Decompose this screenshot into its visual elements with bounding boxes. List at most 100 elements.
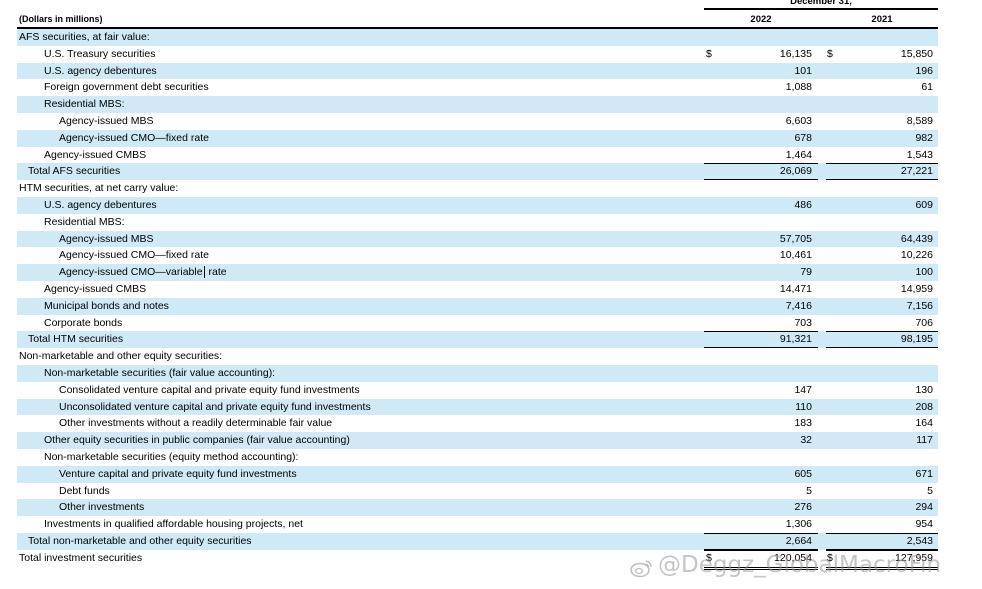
value-2022: 26,069 — [779, 165, 812, 178]
value-2022: 6,603 — [785, 114, 812, 127]
row-label: Total AFS securities — [28, 165, 121, 178]
value-2022: 101 — [794, 64, 812, 77]
row-label: Venture capital and private equity fund … — [59, 467, 297, 480]
row-label: U.S. Treasury securities — [44, 47, 156, 60]
row-label: Municipal bonds and notes — [44, 299, 169, 312]
year-2022-header: 2022 — [750, 14, 772, 25]
table-row: Residential MBS: — [17, 214, 938, 231]
value-2021: 61 — [921, 81, 933, 94]
year-2021-header: 2021 — [871, 14, 893, 25]
row-label: Residential MBS: — [44, 98, 125, 111]
row-label: U.S. agency debentures — [44, 64, 157, 77]
row-label: Residential MBS: — [44, 215, 125, 228]
row-label: Other equity securities in public compan… — [44, 434, 350, 447]
currency-symbol-2022: $ — [706, 47, 712, 60]
value-2021: 706 — [915, 316, 933, 329]
table-header: December 31, (Dollars in millions) 2022 … — [0, 0, 982, 30]
table-row: Total non-marketable and other equity se… — [17, 532, 938, 550]
table-row: Corporate bonds 703 706 — [17, 315, 938, 332]
value-2021: 100 — [915, 266, 933, 279]
table-row: Agency-issued CMO—fixed rate 678 982 — [17, 129, 938, 147]
value-2021: 164 — [915, 417, 933, 430]
value-2021: 196 — [915, 64, 933, 77]
watermark: @Deggz_GlobalMacroFin — [630, 550, 941, 580]
subtotal-rule — [704, 331, 818, 333]
table-row: Venture capital and private equity fund … — [17, 465, 938, 483]
table-row: Other investments 276 294 — [17, 499, 938, 517]
financial-table-page: December 31, (Dollars in millions) 2022 … — [0, 0, 982, 589]
table-row: Agency-issued CMO—variable rate 79 100 — [17, 264, 938, 281]
row-label: Agency-issued CMBS — [44, 148, 147, 161]
value-2021: 982 — [915, 131, 933, 144]
value-2021: 954 — [915, 518, 933, 531]
table-row: Agency-issued CMO—fixed rate 10,461 10,226 — [17, 247, 938, 264]
table-row: U.S. Treasury securities $ $16,135 15,850 — [17, 46, 938, 63]
value-2022: 1,306 — [785, 518, 812, 531]
value-2022: 678 — [794, 131, 812, 144]
value-2022: 605 — [794, 467, 812, 480]
table-row: Municipal bonds and notes 7,416 7,156 — [17, 297, 938, 315]
value-2021: 7,156 — [906, 299, 933, 312]
table-row: Agency-issued CMBS 14,471 14,959 — [17, 281, 938, 298]
table-row: Non-marketable securities (equity method… — [17, 449, 938, 466]
row-label: Non-marketable and other equity securiti… — [19, 350, 223, 363]
table-row: Foreign government debt securities 1,088 6… — [17, 79, 938, 96]
value-2021: 27,221 — [900, 165, 933, 178]
table-row: Total HTM securities 91,321 98,195 — [17, 331, 938, 349]
value-2021: 64,439 — [900, 232, 933, 245]
row-label: Agency-issued CMBS — [44, 282, 147, 295]
value-2022: 91,321 — [779, 333, 812, 346]
row-label: Investments in qualified affordable hous… — [44, 518, 303, 531]
value-2022: 57,705 — [779, 232, 812, 245]
table-row: Agency-issued MBS 57,705 64,439 — [17, 230, 938, 248]
value-2021: 2,543 — [906, 534, 933, 547]
table-row: Investments in qualified affordable hous… — [17, 516, 938, 533]
row-label: Other investments without a readily dete… — [59, 417, 333, 430]
unit-label: (Dollars in millions) — [19, 14, 103, 24]
row-label: Foreign government debt securities — [44, 81, 209, 94]
subtotal-rule — [826, 163, 938, 165]
subtotal-rule — [704, 532, 818, 534]
row-label: Consolidated venture capital and private… — [59, 383, 360, 396]
row-label: Agency-issued MBS — [59, 232, 154, 245]
investment-securities-table: AFS securities, at fair value: U.S. Treas… — [17, 29, 938, 570]
value-2022: 147 — [794, 383, 812, 396]
table-row: Other investments without a readily dete… — [17, 415, 938, 432]
watermark-text: @Deggz_GlobalMacroFin — [658, 552, 942, 578]
value-2021: 671 — [915, 467, 933, 480]
value-2021: 8,589 — [906, 114, 933, 127]
row-label: HTM securities, at net carry value: — [19, 182, 179, 195]
table-row: Total AFS securities 26,069 27,221 — [17, 163, 938, 181]
value-2022: 276 — [794, 501, 812, 514]
row-label: Total investment securities — [19, 551, 143, 564]
table-row: Agency-issued MBS 6,603 8,589 — [17, 113, 938, 130]
value-2022: 486 — [794, 198, 812, 211]
subtotal-rule — [704, 163, 818, 165]
value-2021: 294 — [915, 501, 933, 514]
table-row: U.S. agency debentures 101 196 — [17, 62, 938, 80]
value-2022: 703 — [794, 316, 812, 329]
row-label: Agency-issued CMO—fixed rate — [59, 249, 209, 262]
text-cursor — [203, 266, 205, 279]
table-row: Consolidated venture capital and private… — [17, 382, 938, 399]
subtotal-rule — [826, 331, 938, 333]
value-2021: 117 — [916, 434, 933, 447]
value-2021: 14,959 — [900, 282, 933, 295]
row-label: Corporate bonds — [44, 316, 123, 329]
table-row: Non-marketable securities (fair value ac… — [17, 364, 938, 382]
value-2021: 609 — [915, 198, 933, 211]
row-label: Agency-issued CMO—variable rate — [59, 266, 227, 279]
value-2022: 183 — [794, 417, 812, 430]
row-label: Non-marketable securities (equity method… — [44, 450, 299, 463]
value-2021: 208 — [915, 400, 933, 413]
table-row: Other equity securities in public compan… — [17, 432, 938, 449]
table-row: Unconsolidated venture capital and priva… — [17, 398, 938, 416]
table-row: Debt funds 5 5 — [17, 483, 938, 500]
value-2021: 1,543 — [906, 148, 933, 161]
value-2022: 10,461 — [779, 249, 812, 262]
row-label: Other investments — [59, 501, 145, 514]
value-2021: 15,850 — [900, 47, 933, 60]
value-2022: 110 — [795, 400, 812, 413]
row-label: Agency-issued CMO—fixed rate — [59, 131, 209, 144]
value-2022: 79 — [800, 266, 812, 279]
